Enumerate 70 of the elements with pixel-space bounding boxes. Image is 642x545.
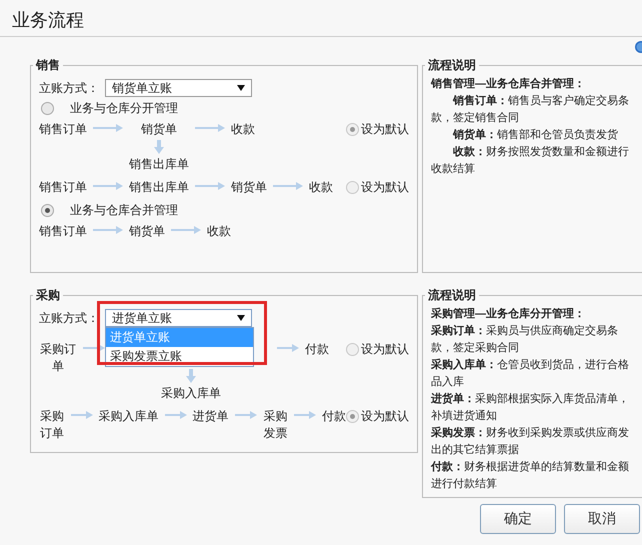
- arrow-icon: [171, 225, 201, 235]
- flow-step: 采购入库单: [161, 385, 221, 402]
- arrow-icon: [154, 140, 164, 154]
- flow-step: 收款: [207, 223, 231, 240]
- field-label: 立账方式：: [39, 80, 99, 96]
- flow-step: 销售出库单: [129, 156, 189, 173]
- arrow-icon: [186, 369, 196, 383]
- flow-step: 销售订单: [39, 223, 87, 240]
- flow-step: 收款: [231, 121, 255, 138]
- description-heading: 销售管理—业务仓库合并管理：: [431, 76, 586, 92]
- flow-step: 销售订单: [39, 179, 87, 196]
- description-text: 销售订单：销售员与客户确定交易条款，签定销售合同: [431, 94, 630, 126]
- description-text: 销货单：销售部和仓管员负责发货: [452, 128, 619, 143]
- description-text: 采购发票：财务收到采购发票或供应商发出的其它结算票据: [431, 426, 630, 458]
- flow-step: 销货单: [231, 179, 267, 196]
- arrow-icon: [294, 410, 316, 420]
- flow-step: 采购订单: [39, 341, 77, 375]
- arrow-icon: [273, 181, 303, 191]
- flow-step: 销货单: [129, 223, 165, 240]
- section-legend: 流程说明: [425, 287, 479, 304]
- window-title: 业务流程: [12, 9, 84, 32]
- mode-label: 业务与仓库合并管理: [70, 202, 178, 219]
- default-label: 设为默认: [361, 408, 409, 425]
- account-select[interactable]: 销货单立账: [105, 79, 252, 97]
- radio-button[interactable]: [346, 343, 359, 356]
- arrow-icon: [83, 343, 105, 353]
- radio-button[interactable]: [346, 123, 359, 136]
- description-heading: 采购管理—业务仓库分开管理：: [431, 306, 586, 322]
- caret-icon: [237, 315, 245, 321]
- default-label: 设为默认: [361, 179, 409, 196]
- description-text: 付款：财务根据进货单的结算数量和金额进行付款结算: [431, 460, 630, 492]
- flow-step: 进货单: [192, 408, 228, 425]
- arrow-icon: [277, 343, 299, 353]
- flow-step: 销售出库单: [129, 179, 189, 196]
- description-text: 收款：财务按照发货数量和金额进行收款结算: [431, 144, 630, 177]
- flow-step: 付款: [305, 341, 329, 358]
- flow-step: 收款: [309, 179, 333, 196]
- description-text: 采购订单：采购员与供应商确定交易条款，签定采购合同: [431, 324, 619, 356]
- arrow-icon: [70, 410, 92, 420]
- account-select[interactable]: 进货单立账: [105, 309, 252, 327]
- description-text: 采购入库单：仓管员收到货品，进行合格品入库: [431, 358, 630, 390]
- flow-step: 采购发票: [262, 408, 288, 442]
- flow-step: 销售订单: [39, 121, 87, 138]
- ok-button[interactable]: 确定: [480, 504, 556, 534]
- flow-step: 销货单: [141, 121, 177, 138]
- caret-icon: [237, 85, 245, 91]
- help-icon[interactable]: [632, 41, 642, 53]
- arrow-icon: [195, 123, 225, 133]
- flow-step: 采购入库单: [98, 408, 158, 425]
- arrow-icon: [93, 225, 123, 235]
- radio-button[interactable]: [41, 204, 54, 217]
- radio-button[interactable]: [346, 181, 359, 194]
- arrow-icon: [164, 410, 186, 420]
- default-label: 设为默认: [361, 341, 409, 358]
- cancel-button[interactable]: 取消: [564, 504, 640, 534]
- radio-button[interactable]: [346, 410, 359, 423]
- radio-button[interactable]: [41, 102, 54, 115]
- description-text: 进货单：采购部根据实际入库货品清单，补填进货通知: [431, 392, 630, 424]
- section-legend: 销售: [33, 57, 63, 74]
- arrow-icon: [195, 181, 225, 191]
- mode-label: 业务与仓库分开管理: [70, 100, 178, 117]
- arrow-icon: [93, 123, 123, 133]
- field-label: 立账方式：: [39, 310, 99, 326]
- section-legend: 流程说明: [425, 57, 479, 74]
- section-legend: 采购: [33, 287, 63, 304]
- default-label: 设为默认: [361, 121, 409, 138]
- arrow-icon: [93, 181, 123, 191]
- flow-step: 付款: [322, 408, 346, 425]
- arrow-icon: [234, 410, 256, 420]
- flow-step: 采购订单: [39, 408, 64, 442]
